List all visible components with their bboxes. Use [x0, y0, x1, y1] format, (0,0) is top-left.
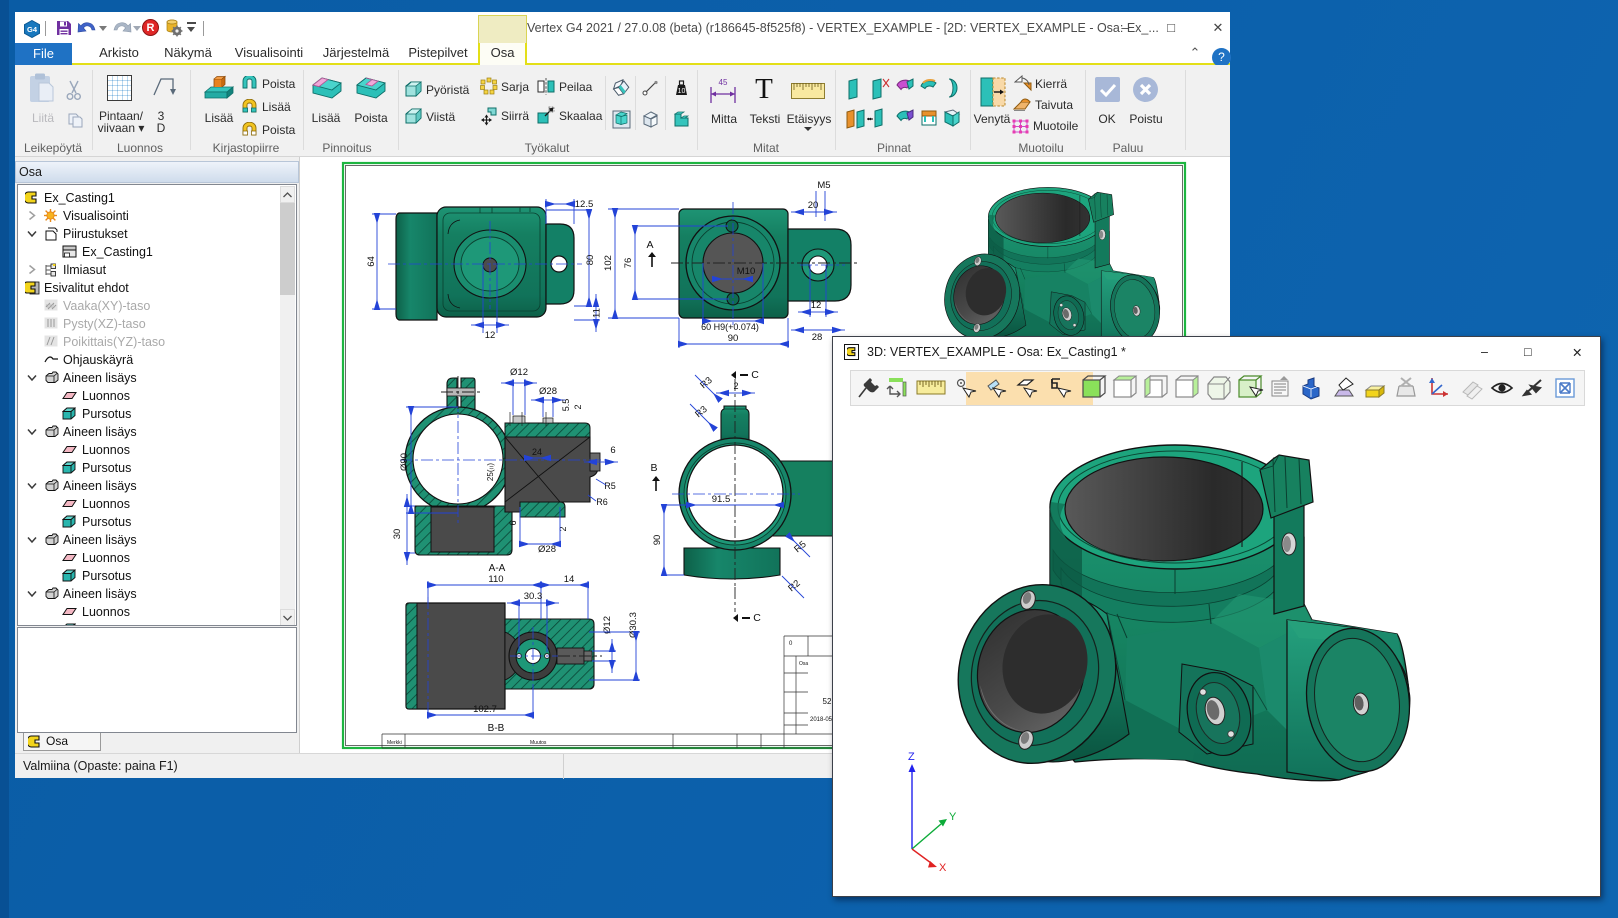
svg-text:64: 64	[366, 256, 377, 267]
svg-text:Osa: Osa	[799, 661, 808, 667]
svg-text:Ø30.3: Ø30.3	[628, 612, 639, 638]
svg-text:Ø90: Ø90	[399, 453, 410, 471]
svg-text:45: 45	[719, 78, 728, 87]
svg-text:30.3: 30.3	[524, 591, 543, 602]
svg-text:60 H9(+0.074): 60 H9(+0.074)	[701, 322, 759, 332]
svg-text:30: 30	[392, 529, 403, 540]
svg-text:Ø12: Ø12	[510, 367, 528, 378]
svg-text:2: 2	[558, 526, 568, 531]
svg-text:X: X	[939, 862, 947, 871]
svg-text:B-B: B-B	[488, 723, 505, 734]
svg-text:110: 110	[488, 574, 503, 585]
svg-text:Ø28: Ø28	[538, 544, 556, 555]
svg-text:12: 12	[811, 300, 822, 311]
svg-text:2: 2	[733, 381, 738, 391]
svg-text:R6: R6	[596, 497, 608, 507]
svg-text:Z: Z	[908, 751, 915, 763]
svg-text:C: C	[751, 369, 759, 381]
svg-text:A-A: A-A	[489, 563, 506, 574]
svg-text:G4: G4	[27, 25, 38, 34]
svg-text:52: 52	[823, 697, 832, 706]
svg-text:6: 6	[610, 445, 615, 456]
svg-text:90: 90	[652, 535, 663, 546]
svg-text:A: A	[646, 239, 653, 251]
svg-text:76: 76	[623, 258, 634, 269]
svg-text:28: 28	[812, 332, 823, 343]
svg-text:20: 20	[808, 200, 819, 211]
svg-text:12: 12	[485, 330, 496, 341]
svg-text:91.5: 91.5	[712, 494, 731, 505]
svg-text:11: 11	[592, 308, 603, 318]
svg-text:12.5: 12.5	[575, 199, 594, 210]
svg-text:2: 2	[573, 404, 583, 409]
svg-text:102.7: 102.7	[473, 704, 497, 715]
svg-text:Ø12: Ø12	[602, 616, 613, 634]
svg-text:5.5: 5.5	[561, 399, 571, 412]
svg-text:102: 102	[603, 255, 614, 271]
svg-text:M10: M10	[737, 266, 755, 277]
svg-text:10: 10	[678, 88, 686, 95]
svg-text:6: 6	[508, 520, 518, 525]
svg-text:Muutos: Muutos	[530, 740, 547, 746]
svg-text:B: B	[650, 462, 657, 474]
svg-text:24: 24	[532, 447, 542, 457]
svg-text:14: 14	[564, 574, 575, 585]
svg-text:Y: Y	[949, 811, 957, 823]
svg-text:C: C	[753, 612, 761, 624]
svg-text:25(₍₎): 25(₍₎)	[486, 463, 495, 481]
svg-text:R5: R5	[604, 481, 616, 491]
svg-text:90: 90	[728, 333, 739, 344]
svg-text:M5: M5	[817, 180, 830, 191]
svg-text:Ø28: Ø28	[539, 386, 557, 397]
svg-text:Merkki: Merkki	[387, 740, 402, 746]
svg-text:80: 80	[585, 255, 596, 266]
